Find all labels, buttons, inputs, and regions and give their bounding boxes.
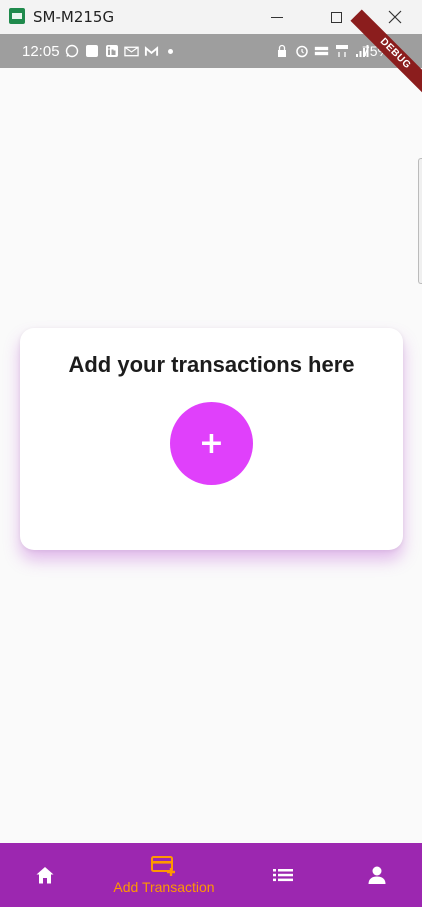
- window-title: SM-M215G: [33, 8, 115, 26]
- add-card-icon: [151, 856, 175, 876]
- volte-icon: [314, 44, 329, 58]
- app-notification-icon: [84, 44, 99, 58]
- add-transaction-button[interactable]: +: [170, 402, 253, 485]
- minimize-icon[interactable]: [262, 2, 292, 32]
- nav-label-add-transaction: Add Transaction: [113, 879, 215, 895]
- nav-item-home[interactable]: [30, 843, 60, 907]
- status-time: 12:05: [22, 43, 60, 60]
- nav-item-list[interactable]: [268, 843, 298, 907]
- more-notifications-dot: [168, 49, 173, 54]
- nav-item-profile[interactable]: [362, 843, 392, 907]
- outlook-icon: [124, 44, 139, 58]
- alarm-icon: [294, 44, 309, 58]
- maximize-icon[interactable]: [321, 2, 351, 32]
- system-icons: [274, 44, 369, 58]
- notification-icons: [64, 44, 173, 58]
- close-icon[interactable]: [380, 2, 410, 32]
- nav-item-add-transaction[interactable]: Add Transaction: [100, 843, 228, 907]
- list-icon: [273, 869, 293, 882]
- status-bar: 12:05 75%: [0, 34, 422, 68]
- lte-icon: [334, 44, 349, 58]
- add-transaction-card: Add your transactions here +: [20, 328, 403, 550]
- lock-icon: [274, 44, 289, 58]
- home-icon: [36, 867, 54, 884]
- linkedin-icon: [104, 44, 119, 58]
- bottom-navigation-bar: Add Transaction: [0, 843, 422, 907]
- whatsapp-icon: [64, 44, 79, 58]
- person-icon: [368, 866, 386, 884]
- scroll-handle[interactable]: [418, 158, 422, 284]
- app-icon: [9, 8, 25, 24]
- card-title: Add your transactions here: [68, 352, 355, 377]
- gmail-m-icon: [144, 44, 159, 58]
